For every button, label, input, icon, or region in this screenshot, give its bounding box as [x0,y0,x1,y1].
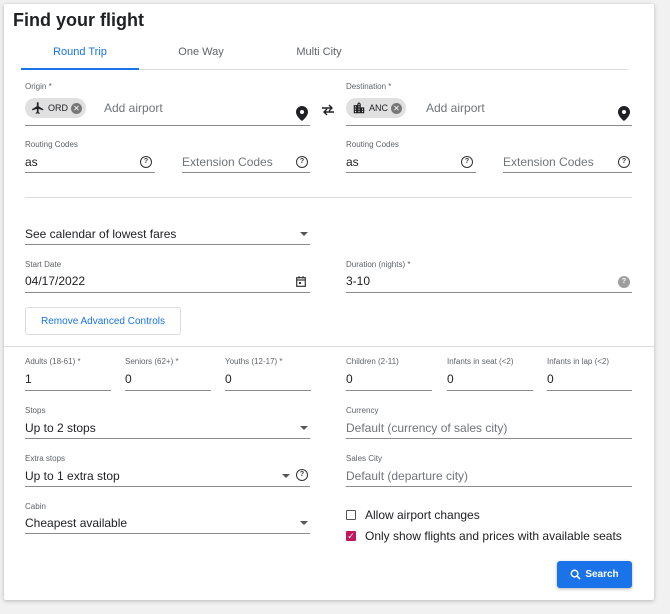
seniors-input[interactable]: 0 [125,372,132,386]
destination-chip[interactable]: ANC ✕ [346,98,407,118]
stops-select[interactable]: Up to 2 stops [25,421,96,435]
chevron-down-icon[interactable] [300,232,308,236]
currency-input[interactable]: Default (currency of sales city) [346,421,507,435]
adults-underline [25,390,111,391]
destination-underline [346,125,632,126]
allow-airport-changes-checkbox[interactable] [346,510,356,520]
seniors-underline [125,390,211,391]
cabin-label: Cabin [25,502,46,511]
extension-codes-input[interactable]: Extension Codes [182,155,273,169]
swap-icon[interactable] [321,104,335,116]
help-icon[interactable]: ? [296,156,308,168]
adults-label: Adults (18-61) * [25,357,81,366]
origin-chip[interactable]: ORD ✕ [25,98,86,118]
origin-chip-code: ORD [48,103,68,113]
youths-underline [225,390,311,391]
routing-codes-underline [25,172,155,173]
children-label: Children (2-11) [346,357,399,366]
origin-underline [25,125,310,126]
tab-round-trip[interactable]: Round Trip [21,46,139,58]
extension-codes-input[interactable]: Extension Codes [503,155,594,169]
youths-input[interactable]: 0 [225,372,232,386]
start-date-input[interactable]: 04/17/2022 [25,274,85,288]
adults-input[interactable]: 1 [25,372,32,386]
page-title: Find your flight [13,10,144,30]
stops-underline [25,438,310,439]
help-icon[interactable]: ? [296,469,308,481]
allow-airport-changes-label: Allow airport changes [365,508,480,522]
chevron-down-icon[interactable] [300,426,308,430]
location-pin-icon[interactable] [618,106,630,121]
routing-codes-input[interactable]: as [346,155,359,169]
section-divider [25,197,632,198]
currency-label: Currency [346,406,379,415]
cabin-select[interactable]: Cheapest available [25,516,127,530]
tab-multi-city[interactable]: Multi City [260,46,378,58]
origin-label: Origin * [25,82,52,91]
children-underline [346,390,432,391]
help-icon[interactable]: ? [140,156,152,168]
only-show-available-label: Only show flights and prices with availa… [365,529,622,543]
duration-input[interactable]: 3-10 [346,274,370,288]
destination-chip-code: ANC [369,103,389,113]
sales-city-input[interactable]: Default (departure city) [346,469,468,483]
start-date-label: Start Date [25,260,62,269]
city-icon [353,102,365,114]
start-date-underline [25,292,310,293]
search-button[interactable]: Search [557,561,632,588]
stops-label: Stops [25,406,46,415]
extra-stops-underline [25,486,310,487]
infants-in-seat-input[interactable]: 0 [447,372,454,386]
sales-city-label: Sales City [346,454,383,463]
infants-in-lap-input[interactable]: 0 [547,372,554,386]
extension-codes-underline [503,172,632,173]
origin-input[interactable]: Add airport [104,101,163,115]
extension-codes-underline [182,172,310,173]
children-input[interactable]: 0 [346,372,353,386]
extra-stops-select[interactable]: Up to 1 extra stop [25,469,120,483]
infants-in-lap-underline [547,390,632,391]
destination-chip-remove-icon[interactable]: ✕ [391,102,403,114]
tab-one-way[interactable]: One Way [142,46,260,58]
duration-label: Duration (nights) * [346,260,411,269]
seniors-label: Seniors (62+) * [125,357,179,366]
help-icon[interactable]: ? [461,156,473,168]
routing-codes-label: Routing Codes [346,140,399,149]
chevron-down-icon[interactable] [282,474,290,478]
remove-advanced-controls-button[interactable]: Remove Advanced Controls [25,307,181,335]
routing-codes-input[interactable]: as [25,155,38,169]
section-divider [4,346,654,347]
destination-label: Destination * [346,82,392,91]
destination-input[interactable]: Add airport [426,101,485,115]
chevron-down-icon[interactable] [300,521,308,525]
infants-in-seat-underline [447,390,533,391]
routing-codes-underline [346,172,476,173]
flight-search-card [4,4,654,600]
currency-underline [346,438,632,439]
infants-in-lap-label: Infants in lap (<2) [547,357,610,366]
only-show-available-checkbox[interactable]: ✓ [346,531,356,541]
calendar-select[interactable]: See calendar of lowest fares [25,227,176,241]
search-button-label: Search [585,569,619,580]
calendar-select-underline [25,244,310,245]
active-tab-indicator [21,68,139,70]
infants-in-seat-label: Infants in seat (<2) [447,357,514,366]
location-pin-icon[interactable] [296,106,308,121]
calendar-icon[interactable] [296,276,306,287]
help-icon[interactable]: ? [618,156,630,168]
cabin-underline [25,533,310,534]
routing-codes-label: Routing Codes [25,140,78,149]
sales-city-underline [346,486,632,487]
origin-chip-remove-icon[interactable]: ✕ [71,102,82,114]
search-icon [570,569,581,580]
extra-stops-label: Extra stops [25,454,66,463]
duration-underline [346,292,632,293]
youths-label: Youths (12-17) * [225,357,283,366]
help-icon[interactable]: ? [618,276,630,288]
airplane-icon [32,102,44,114]
